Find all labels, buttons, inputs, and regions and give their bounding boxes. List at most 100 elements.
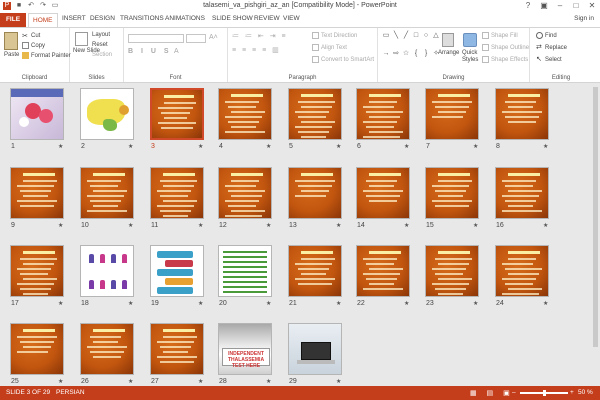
shape-arrow-icon[interactable]: → — [382, 50, 390, 58]
slide-thumbnail[interactable] — [150, 88, 204, 140]
slide-thumbnail[interactable] — [288, 167, 342, 219]
transition-star-icon[interactable]: ★ — [404, 222, 409, 229]
slide-thumbnail[interactable] — [10, 323, 64, 375]
transition-star-icon[interactable]: ★ — [198, 222, 203, 229]
tab-view[interactable]: VIEW — [283, 15, 300, 22]
section-button[interactable]: Section — [92, 52, 112, 58]
slide-thumbnail[interactable] — [80, 167, 134, 219]
list-buttons[interactable]: ≔ ≔ ⇤ ⇥ ≡ — [232, 32, 288, 40]
slide-thumbnail[interactable] — [288, 323, 342, 375]
transition-star-icon[interactable]: ★ — [473, 143, 478, 150]
transition-star-icon[interactable]: ★ — [404, 300, 409, 307]
align-text-button[interactable]: Align Text — [312, 44, 347, 51]
transition-star-icon[interactable]: ★ — [336, 378, 341, 385]
close-icon[interactable]: ✕ — [586, 1, 598, 11]
transition-star-icon[interactable]: ★ — [128, 143, 133, 150]
slide-thumbnail[interactable] — [425, 167, 479, 219]
paste-button[interactable]: Paste — [4, 52, 19, 58]
new-slide-icon[interactable] — [75, 32, 88, 46]
arrange-button[interactable]: Arrange — [438, 50, 459, 56]
transition-star-icon[interactable]: ★ — [543, 300, 548, 307]
shape-outline-button[interactable]: Shape Outline — [482, 44, 529, 51]
text-direction-button[interactable]: Text Direction — [312, 32, 357, 39]
transition-star-icon[interactable]: ★ — [58, 143, 63, 150]
tab-file[interactable]: FILE — [0, 13, 26, 27]
copy-button[interactable]: Copy — [22, 42, 45, 49]
arrange-icon[interactable] — [442, 33, 454, 47]
slide-thumbnail[interactable] — [288, 88, 342, 140]
slide-thumbnail[interactable] — [356, 88, 410, 140]
transition-star-icon[interactable]: ★ — [266, 143, 271, 150]
maximize-icon[interactable]: □ — [570, 1, 582, 11]
slide-thumbnail[interactable] — [80, 88, 134, 140]
tab-insert[interactable]: INSERT — [62, 15, 86, 22]
shape-fill-button[interactable]: Shape Fill — [482, 32, 518, 39]
shape-brace2-icon[interactable]: } — [422, 50, 430, 58]
transition-star-icon[interactable]: ★ — [198, 378, 203, 385]
grow-font-icon[interactable]: A˄ — [209, 34, 218, 41]
shape-brace-icon[interactable]: { — [412, 50, 420, 58]
slide-thumbnail[interactable] — [356, 245, 410, 297]
replace-button[interactable]: ⇄ Replace — [536, 44, 567, 51]
slide-thumbnail[interactable] — [10, 167, 64, 219]
slide-thumbnail[interactable] — [425, 245, 479, 297]
slide-thumbnail[interactable] — [150, 167, 204, 219]
shape-effects-button[interactable]: Shape Effects — [482, 56, 528, 63]
transition-star-icon[interactable]: ★ — [336, 143, 341, 150]
convert-smartart-button[interactable]: Convert to SmartArt — [312, 56, 374, 63]
transition-star-icon[interactable]: ★ — [266, 378, 271, 385]
view-buttons[interactable]: ▦ ▤ ▣ — [470, 389, 514, 397]
shapes-gallery[interactable]: ▭ ╲ ╱ □ ○ △ → ⇨ ☆{} ✧ — [382, 32, 440, 66]
transition-star-icon[interactable]: ★ — [128, 300, 133, 307]
tab-home[interactable]: HOME — [28, 13, 58, 27]
font-style-buttons[interactable]: B I U S — [128, 48, 172, 55]
transition-star-icon[interactable]: ★ — [473, 222, 478, 229]
transition-star-icon[interactable]: ★ — [543, 143, 548, 150]
slide-thumbnail[interactable] — [218, 88, 272, 140]
slide-thumbnail[interactable] — [80, 323, 134, 375]
slide-thumbnail[interactable] — [495, 167, 549, 219]
transition-star-icon[interactable]: ★ — [543, 222, 548, 229]
quick-styles-icon[interactable] — [463, 33, 477, 47]
transition-star-icon[interactable]: ★ — [128, 222, 133, 229]
slide-thumbnail[interactable] — [495, 245, 549, 297]
ribbon-options-icon[interactable]: ▣ — [538, 1, 550, 11]
find-button[interactable]: Find — [536, 32, 557, 39]
slide-thumbnail[interactable] — [80, 245, 134, 297]
scrollbar-thumb[interactable] — [593, 87, 598, 347]
alignment-buttons[interactable]: ≡ ≡ ≡ ≡ ▥ — [232, 46, 281, 54]
shape-triangle-icon[interactable]: △ — [432, 32, 440, 40]
quick-styles-button[interactable]: Quick Styles — [462, 50, 482, 64]
slide-thumbnail[interactable] — [356, 167, 410, 219]
transition-star-icon[interactable]: ★ — [58, 300, 63, 307]
slide-thumbnail[interactable] — [425, 88, 479, 140]
shape-star-icon[interactable]: ☆ — [402, 50, 410, 58]
language-indicator[interactable]: PERSIAN — [56, 389, 85, 396]
slide-thumbnail[interactable] — [495, 88, 549, 140]
shape-line-icon[interactable]: ╲ — [392, 32, 400, 40]
paste-icon[interactable] — [4, 32, 18, 50]
slide-thumbnail[interactable] — [150, 245, 204, 297]
minimize-icon[interactable]: – — [554, 1, 566, 11]
transition-star-icon[interactable]: ★ — [266, 300, 271, 307]
tab-slide-show[interactable]: SLIDE SHOW — [212, 15, 253, 22]
slide-thumbnail[interactable] — [218, 167, 272, 219]
font-size-field[interactable] — [186, 34, 206, 43]
tab-design[interactable]: DESIGN — [90, 15, 115, 22]
font-name-field[interactable] — [128, 34, 184, 43]
help-icon[interactable]: ? — [522, 1, 534, 11]
cut-button[interactable]: ✂ Cut — [22, 32, 40, 40]
zoom-in-icon[interactable]: + — [570, 389, 574, 396]
transition-star-icon[interactable]: ★ — [336, 300, 341, 307]
transition-star-icon[interactable]: ★ — [58, 378, 63, 385]
shape-oval-icon[interactable]: ○ — [422, 32, 430, 40]
vertical-scrollbar[interactable] — [591, 83, 600, 386]
transition-star-icon[interactable]: ★ — [58, 222, 63, 229]
tab-review[interactable]: REVIEW — [254, 15, 280, 22]
transition-star-icon[interactable]: ★ — [198, 143, 203, 150]
transition-star-icon[interactable]: ★ — [336, 222, 341, 229]
transition-star-icon[interactable]: ★ — [473, 300, 478, 307]
slide-thumbnail[interactable]: INDEPENDENT THALASSEMIA TEST HERE — [218, 323, 272, 375]
zoom-level[interactable]: 50 % — [578, 389, 593, 396]
zoom-out-icon[interactable]: – — [512, 389, 516, 396]
